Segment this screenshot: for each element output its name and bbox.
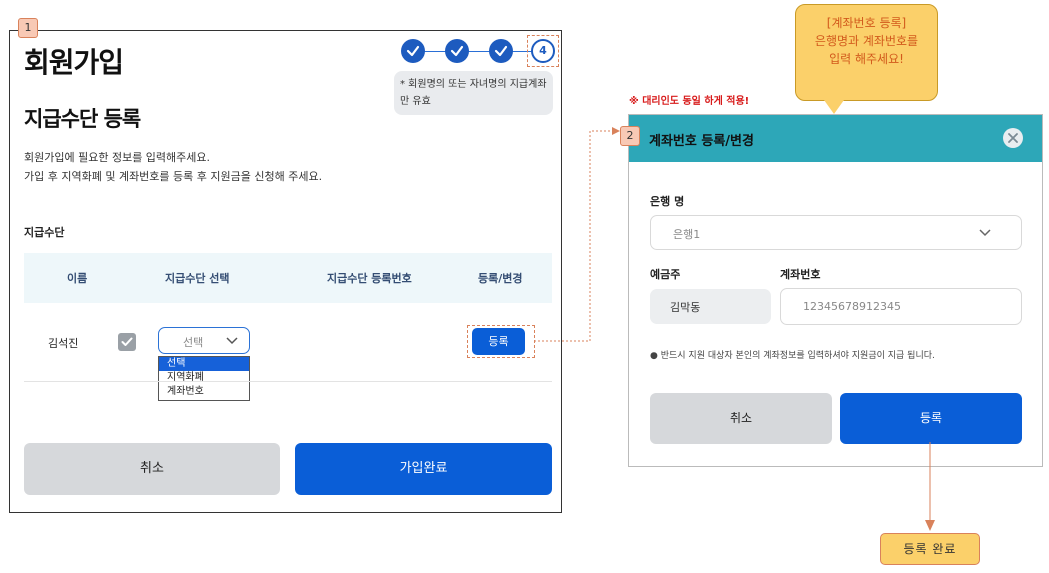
annotation-connectors [534,127,935,531]
arrow-head-icon [612,127,620,135]
arrow-head-icon [925,520,935,531]
connector-line [534,130,612,342]
